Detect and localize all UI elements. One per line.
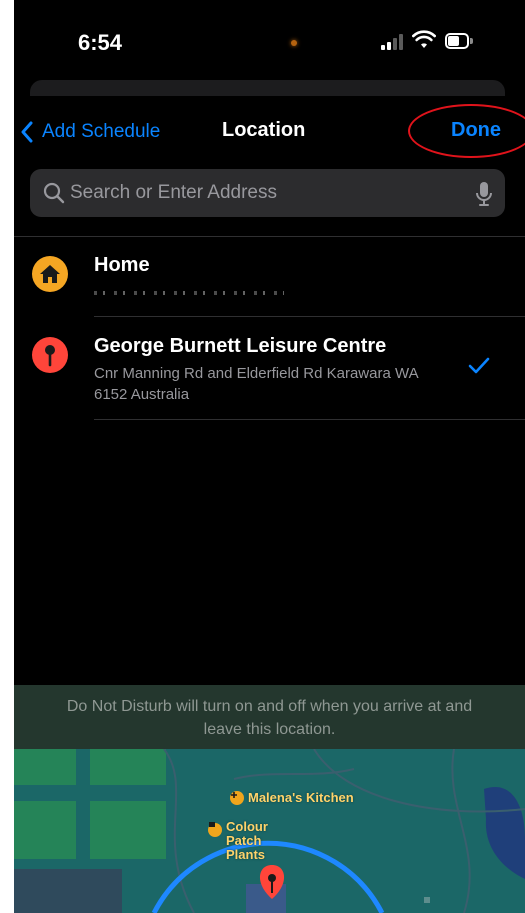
pin-badge [32,337,68,373]
search-input[interactable] [70,169,460,217]
search-icon [43,182,65,204]
microphone-icon[interactable] [475,181,493,207]
camera-indicator [291,40,297,46]
pin-icon [45,345,55,367]
restaurant-icon [230,791,244,805]
location-name: Home [94,254,150,276]
list-item-george-burnett[interactable]: George Burnett Leisure Centre Cnr Mannin… [14,317,525,419]
done-button[interactable]: Done [451,119,501,142]
row-divider [94,419,525,420]
poi-label: Colour Patch Plants [226,819,268,862]
phone-screen: 6:54 Add Schedule Location Done Search o… [14,0,525,913]
poi-label: Malena's Kitchen [248,790,354,805]
wifi-icon [412,30,436,48]
info-message: Do Not Disturb will turn on and off when… [66,698,473,738]
shop-icon [208,822,222,837]
list-top-divider [14,236,525,237]
status-time: 6:54 [78,30,123,55]
redacted-address [94,291,284,295]
location-name: George Burnett Leisure Centre [94,335,387,357]
map-view[interactable]: Malena's Kitchen Colour Patch Plants [14,749,525,913]
back-button[interactable]: Add Schedule [14,117,160,147]
back-button-label: Add Schedule [42,121,161,142]
home-badge [32,256,68,292]
battery-icon [445,33,473,49]
cellular-signal-icon [381,34,403,50]
page-title: Location [222,119,306,141]
house-icon [40,265,60,283]
map-poi-colour-patch-plants[interactable]: Colour Patch Plants [208,820,296,862]
map-poi-malenas-kitchen[interactable]: Malena's Kitchen [230,791,354,805]
chevron-left-icon [21,121,33,143]
search-bar [30,169,505,217]
list-item-home[interactable]: Home [14,240,525,316]
location-address: Cnr Manning Rd and Elderfield Rd Karawar… [94,365,418,403]
info-banner: Do Not Disturb will turn on and off when… [14,685,525,749]
checkmark-icon [468,357,490,374]
